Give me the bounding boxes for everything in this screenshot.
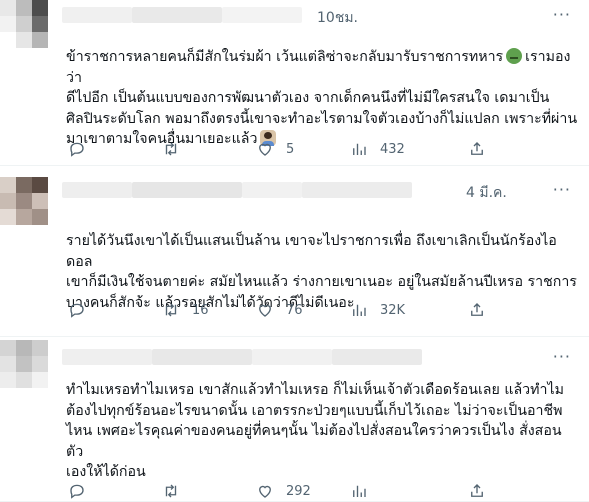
- like-button[interactable]: 76: [256, 301, 303, 319]
- reply-icon: [70, 484, 84, 499]
- views-button[interactable]: 432: [350, 140, 405, 158]
- like-count: 76: [286, 302, 303, 318]
- nauseated-face-emoji-icon: [506, 48, 523, 64]
- like-button[interactable]: 292: [256, 482, 311, 500]
- views-count: 432: [380, 141, 405, 157]
- author-name-blurred[interactable]: [62, 4, 302, 26]
- tweet[interactable]: ··· ทำไมเหรอทำไมเหรอ เขาสักแล้วทำไมเหรอ …: [0, 338, 589, 502]
- retweet-button[interactable]: [162, 140, 192, 158]
- views-count: 32K: [380, 302, 406, 318]
- like-button[interactable]: 5: [256, 140, 294, 158]
- reply-icon: [70, 142, 84, 157]
- share-button[interactable]: [468, 301, 486, 319]
- avatar[interactable]: [0, 177, 48, 225]
- action-bar: 16 76 32K: [66, 301, 586, 321]
- tweet-line: รายได้วันนึงเขาได้เป็นแสนเป็นล้าน เขาจะไ…: [66, 233, 557, 270]
- tweet-text: ข้าราชการหลายคนก็มีสักในร่มผ้า เว้นแต่ลิ…: [66, 47, 578, 150]
- tweet-text: ทำไมเหรอทำไมเหรอ เขาสักแล้วทำไมเหรอ ก็ไม…: [66, 380, 578, 483]
- share-button[interactable]: [468, 482, 486, 500]
- retweet-button[interactable]: 16: [162, 301, 209, 319]
- author-name-blurred[interactable]: [62, 179, 412, 201]
- reply-button[interactable]: [68, 301, 98, 319]
- like-icon: [259, 304, 271, 317]
- more-icon[interactable]: ···: [553, 180, 571, 199]
- tweet-line: ต้องไปทุกข์ร้อนอะไรขนาดนั้น เอาตรรกะป่วย…: [66, 402, 563, 419]
- like-icon: [259, 143, 271, 156]
- share-icon: [471, 484, 483, 497]
- retweet-icon: [165, 142, 177, 156]
- reply-button[interactable]: [68, 140, 98, 158]
- views-icon: [353, 304, 366, 316]
- action-bar: 5 432: [66, 140, 586, 160]
- tweet-line: ศิลปินระดับโลก พอมาถึงตรงนี้เขาจะทำอะไรต…: [66, 110, 578, 127]
- retweet-count: 16: [192, 302, 209, 318]
- retweet-button[interactable]: [162, 482, 192, 500]
- like-count: 5: [286, 141, 295, 157]
- action-bar: 292: [66, 482, 586, 502]
- tweet-line: ไหน เพศอะไรคุณค่าของคนอยู่ที่คนๆนั้น ไม่…: [66, 423, 562, 460]
- reply-icon: [70, 303, 84, 318]
- author-name-blurred[interactable]: [62, 346, 422, 368]
- tweet[interactable]: 10ชม. ··· ข้าราชการหลายคนก็มีสักในร่มผ้า…: [0, 0, 589, 166]
- tweet[interactable]: 4 มี.ค. ··· รายได้วันนึงเขาได้เป็นแสนเป็…: [0, 167, 589, 337]
- reply-button[interactable]: [68, 482, 98, 500]
- like-icon: [259, 485, 271, 498]
- views-icon: [353, 143, 366, 155]
- tweet-timestamp[interactable]: 4 มี.ค.: [466, 182, 507, 204]
- tweet-line: เขาก็มีเงินใช้จนตายค่ะ สมัยไหนแล้ว ร่างก…: [66, 274, 577, 290]
- retweet-icon: [165, 484, 177, 498]
- like-count: 292: [286, 483, 311, 499]
- more-icon[interactable]: ···: [553, 5, 571, 24]
- avatar[interactable]: [0, 340, 48, 388]
- views-button[interactable]: [350, 482, 380, 500]
- tweet-line: ทำไมเหรอทำไมเหรอ เขาสักแล้วทำไมเหรอ ก็ไม…: [66, 382, 564, 398]
- retweet-icon: [165, 303, 177, 317]
- tweet-timestamp[interactable]: 10ชม.: [317, 7, 358, 29]
- tweet-line: ข้าราชการหลายคนก็มีสักในร่มผ้า เว้นแต่ลิ…: [66, 49, 504, 65]
- avatar[interactable]: [0, 0, 48, 48]
- tweet-line: ดีไปอีก เป็นต้นแบบของการพัฒนาตัวเอง จากเ…: [66, 90, 550, 106]
- more-icon[interactable]: ···: [553, 347, 571, 366]
- tweet-line: เองให้ได้ก่อน: [66, 464, 146, 480]
- share-icon: [471, 142, 483, 155]
- views-icon: [353, 485, 366, 497]
- share-icon: [471, 303, 483, 316]
- views-button[interactable]: 32K: [350, 301, 405, 319]
- share-button[interactable]: [468, 140, 486, 158]
